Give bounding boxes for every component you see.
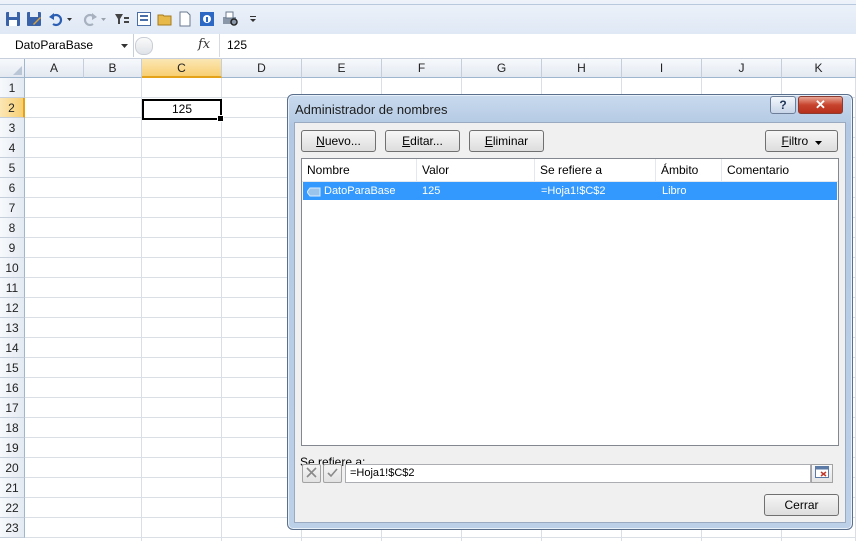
gridline-horizontal — [25, 537, 856, 538]
active-cell-c2[interactable]: 125 — [142, 99, 224, 122]
chevron-down-icon — [814, 132, 822, 152]
new-icon[interactable] — [178, 11, 192, 27]
row-header-10[interactable]: 10 — [0, 258, 25, 278]
select-all-corner[interactable] — [0, 59, 25, 78]
form-icon[interactable] — [136, 11, 152, 27]
row-header-5[interactable]: 5 — [0, 158, 25, 178]
row-header-2[interactable]: 2 — [0, 98, 25, 118]
open-icon[interactable] — [157, 11, 173, 27]
redo-dropdown-icon[interactable] — [100, 11, 107, 27]
save-as-icon[interactable] — [26, 11, 42, 27]
save-icon[interactable] — [5, 11, 21, 27]
fill-handle[interactable] — [217, 115, 224, 122]
redo-icon[interactable] — [82, 11, 98, 27]
list-header: Nombre Valor Se refiere a Ámbito Comenta… — [302, 159, 838, 182]
names-list[interactable]: Nombre Valor Se refiere a Ámbito Comenta… — [301, 158, 839, 446]
row-header-19[interactable]: 19 — [0, 438, 25, 458]
chevron-down-icon[interactable] — [120, 40, 129, 54]
gridline-vertical — [141, 78, 142, 541]
dialog-client-area: Nuevo... Editar... Eliminar Filtro Nombr… — [294, 122, 846, 523]
column-header-scope[interactable]: Ámbito — [656, 159, 722, 181]
row-header-4[interactable]: 4 — [0, 138, 25, 158]
new-button[interactable]: Nuevo... — [301, 130, 376, 152]
row-name: DatoParaBase — [324, 185, 396, 197]
undo-dropdown-icon[interactable] — [66, 11, 73, 27]
cell-value: 125 — [171, 102, 193, 116]
print-preview-icon[interactable] — [221, 11, 239, 27]
undo-icon[interactable] — [48, 11, 64, 27]
cancel-edit-button[interactable] — [302, 464, 321, 483]
row-scope: Libro — [662, 185, 687, 197]
column-header-f[interactable]: F — [382, 59, 462, 78]
column-header-d[interactable]: D — [222, 59, 302, 78]
collapse-dialog-button[interactable] — [811, 464, 833, 483]
row-header-20[interactable]: 20 — [0, 458, 25, 478]
insert-function-icon[interactable]: fx — [198, 37, 210, 52]
row-header-7[interactable]: 7 — [0, 198, 25, 218]
name-box-value: DatoParaBase — [15, 38, 94, 52]
refers-to-input[interactable]: =Hoja1!$C$2 — [345, 464, 811, 483]
row-header-14[interactable]: 14 — [0, 338, 25, 358]
close-button[interactable]: Cerrar — [764, 494, 839, 516]
column-header-c[interactable]: C — [142, 59, 222, 78]
close-icon[interactable]: ✕ — [798, 96, 843, 114]
check-icon — [327, 467, 338, 481]
name-tag-icon — [306, 186, 321, 200]
column-header-i[interactable]: I — [622, 59, 702, 78]
customize-toolbar-icon[interactable] — [248, 11, 258, 27]
column-header-value[interactable]: Valor — [417, 159, 535, 181]
gridline-vertical — [221, 78, 222, 541]
quick-access-toolbar — [0, 0, 856, 35]
row-header-12[interactable]: 12 — [0, 298, 25, 318]
column-header-refers-to[interactable]: Se refiere a — [535, 159, 656, 181]
dialog-title: Administrador de nombres — [295, 102, 448, 117]
range-select-icon — [815, 466, 829, 481]
row-header-22[interactable]: 22 — [0, 498, 25, 518]
row-header-21[interactable]: 21 — [0, 478, 25, 498]
formula-bar-divider — [219, 34, 220, 57]
column-header-k[interactable]: K — [782, 59, 856, 78]
formula-bar: DatoParaBase fx 125 — [0, 34, 856, 59]
sort-filter-icon[interactable] — [114, 11, 130, 27]
help-button[interactable]: ? — [770, 96, 796, 114]
list-item[interactable]: DatoParaBase 125 =Hoja1!$C$2 Libro — [303, 182, 837, 200]
row-header-11[interactable]: 11 — [0, 278, 25, 298]
row-header-6[interactable]: 6 — [0, 178, 25, 198]
info-icon[interactable] — [199, 11, 215, 27]
name-box[interactable]: DatoParaBase — [0, 34, 134, 57]
cross-icon — [306, 466, 317, 481]
row-header-8[interactable]: 8 — [0, 218, 25, 238]
filter-button[interactable]: Filtro — [765, 130, 838, 152]
column-header-comment[interactable]: Comentario — [722, 159, 838, 181]
row-header-18[interactable]: 18 — [0, 418, 25, 438]
formula-bar-resize-handle[interactable] — [135, 37, 153, 55]
formula-input[interactable]: 125 — [227, 38, 247, 52]
column-header-g[interactable]: G — [462, 59, 542, 78]
column-header-j[interactable]: J — [702, 59, 782, 78]
row-header-9[interactable]: 9 — [0, 238, 25, 258]
commit-edit-button[interactable] — [323, 464, 342, 483]
row-header-15[interactable]: 15 — [0, 358, 25, 378]
column-header-b[interactable]: B — [84, 59, 142, 78]
column-header-name[interactable]: Nombre — [302, 159, 417, 181]
delete-button[interactable]: Eliminar — [469, 130, 544, 152]
edit-button[interactable]: Editar... — [385, 130, 460, 152]
column-header-h[interactable]: H — [542, 59, 622, 78]
row-header-16[interactable]: 16 — [0, 378, 25, 398]
row-header-1[interactable]: 1 — [0, 78, 25, 98]
column-header-a[interactable]: A — [25, 59, 84, 78]
row-header-13[interactable]: 13 — [0, 318, 25, 338]
row-header-23[interactable]: 23 — [0, 518, 25, 538]
row-header-3[interactable]: 3 — [0, 118, 25, 138]
name-manager-dialog: Administrador de nombres ? ✕ Nuevo... Ed… — [287, 94, 853, 530]
column-header-e[interactable]: E — [302, 59, 382, 78]
row-header-17[interactable]: 17 — [0, 398, 25, 418]
ribbon-divider — [0, 4, 856, 5]
row-value: 125 — [422, 185, 441, 197]
row-refers-to: =Hoja1!$C$2 — [541, 185, 606, 197]
